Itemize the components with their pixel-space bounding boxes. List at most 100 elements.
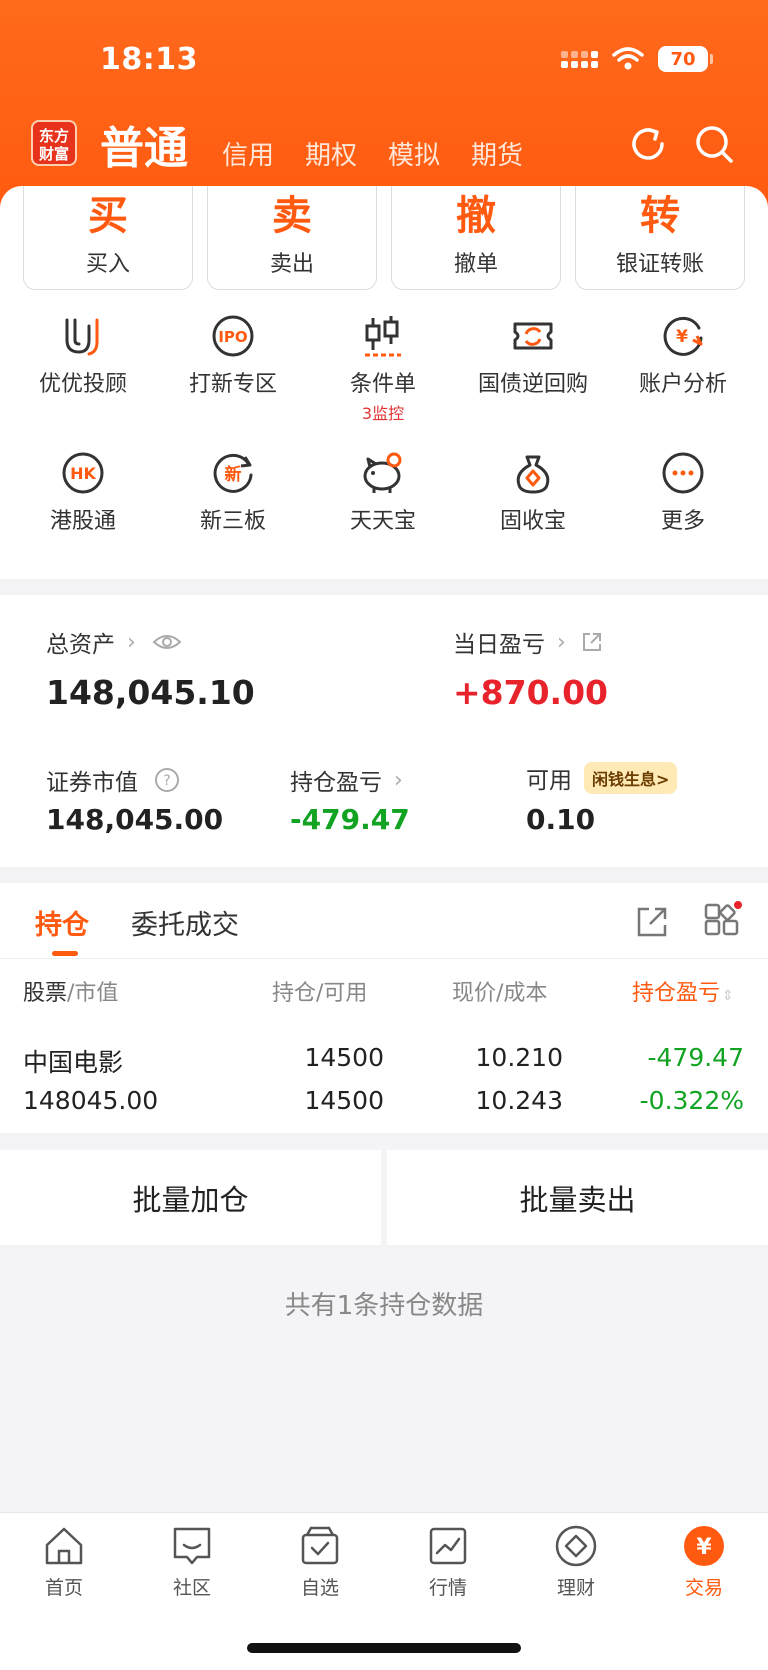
condition-order-icon (365, 316, 401, 357)
chevron-right-icon: › (394, 767, 403, 793)
stock-cost: 10.243 (475, 1086, 563, 1115)
account-analysis-icon: ¥ (663, 316, 703, 356)
tab-positions[interactable]: 持仓 (35, 903, 89, 942)
trade-menu-card: 买 买入 卖 卖出 撤 撤单 转 银证转账 优优投顾 IPO 打新专区 条件单 … (0, 186, 768, 579)
grid-label: 固收宝 (499, 509, 566, 534)
tab-label: 首页 (44, 1577, 83, 1599)
grid-label: 更多 (660, 509, 705, 534)
header-cost-text: /成本 (496, 981, 548, 1006)
available-label: 可用 (526, 768, 572, 794)
header-position-pl-text: 持仓盈亏 (632, 981, 721, 1006)
grid-item-gushoubao[interactable]: 固收宝 (458, 451, 608, 535)
idle-money-badge[interactable]: 闲钱生息> (584, 762, 678, 794)
cellular-signal-icon (561, 50, 598, 68)
header-position-pl[interactable]: 持仓盈亏 ⇕ (632, 975, 734, 1007)
market-value: 148,045.00 (46, 803, 224, 836)
tab-credit[interactable]: 信用 (222, 135, 274, 176)
logo-text-bottom: 财富 (38, 145, 69, 163)
cancel-char: 撤 (456, 193, 496, 239)
watchlist-bag-icon (301, 1526, 339, 1565)
market-value-label: 证券市值 (46, 770, 138, 796)
tab-indicator (52, 951, 78, 956)
total-assets-value: 148,045.10 (46, 673, 255, 712)
home-icon (45, 1527, 83, 1565)
tab-trade[interactable]: ¥ 交易 (640, 1523, 768, 1600)
diamond-icon (555, 1525, 597, 1567)
grid-label: 港股通 (49, 509, 116, 534)
transfer-char: 转 (640, 193, 680, 239)
tab-home[interactable]: 首页 (0, 1523, 128, 1600)
header-market-value-text: /市值 (67, 981, 119, 1006)
tab-community[interactable]: 社区 (128, 1523, 256, 1600)
total-assets-label: 总资产 (46, 632, 115, 658)
app-header: 18:13 70 东方 财富 普通 信用 期权 模拟 期货 (0, 0, 768, 215)
grid-label: 国债逆回购 (477, 372, 588, 397)
grid-item-ipo[interactable]: IPO 打新专区 (158, 314, 308, 398)
batch-sell-button[interactable]: 批量卖出 (387, 1150, 768, 1245)
position-pl-label-row[interactable]: 持仓盈亏 › (290, 763, 403, 797)
tab-label: 自选 (300, 1577, 339, 1599)
grid-label: 打新专区 (188, 372, 277, 397)
home-indicator[interactable] (247, 1643, 521, 1653)
grid-item-condition-order[interactable]: 条件单 3监控 (308, 314, 458, 424)
cancel-order-button[interactable]: 撤 撤单 (391, 186, 561, 290)
tab-futures[interactable]: 期货 (471, 135, 523, 176)
position-count-note: 共有1条持仓数据 (284, 1291, 484, 1321)
header-stock: 股票/市值 (23, 975, 118, 1007)
svg-text:¥: ¥ (676, 327, 688, 347)
help-icon[interactable]: ? (154, 767, 180, 793)
tab-options[interactable]: 期权 (305, 135, 357, 176)
tab-orders[interactable]: 委托成交 (131, 903, 239, 942)
header-holding: 持仓/可用 (272, 975, 367, 1007)
tab-label: 行情 (428, 1577, 467, 1599)
logo-text-top: 东方 (38, 127, 69, 145)
grid-item-uu-advisor[interactable]: 优优投顾 (8, 314, 158, 398)
refresh-icon[interactable] (626, 122, 670, 166)
grid-item-account-analysis[interactable]: ¥ 账户分析 (608, 314, 758, 398)
stock-pl-pct: -0.322% (639, 1086, 744, 1115)
yuan-icon: ¥ (684, 1526, 724, 1566)
chevron-right-icon: › (127, 629, 136, 655)
grid-item-hk-connect[interactable]: HK 港股通 (8, 451, 158, 535)
svg-text:?: ? (163, 773, 170, 789)
daily-pl-label-row[interactable]: 当日盈亏 › (453, 625, 604, 659)
more-icon (662, 452, 704, 494)
grid-label: 新三板 (199, 509, 266, 534)
stock-pl: -479.47 (647, 1043, 745, 1072)
tab-wealth[interactable]: 理财 (512, 1523, 640, 1600)
total-assets-label-row[interactable]: 总资产 › (46, 625, 182, 659)
layout-grid-icon[interactable] (703, 901, 743, 941)
wifi-icon (612, 47, 644, 70)
position-pl-label: 持仓盈亏 (290, 770, 382, 796)
grid-item-neeq[interactable]: 新 新三板 (158, 451, 308, 535)
sell-button[interactable]: 卖 卖出 (207, 186, 377, 290)
app-logo: 东方 财富 (31, 120, 77, 166)
buy-button[interactable]: 买 买入 (23, 186, 193, 290)
bank-transfer-button[interactable]: 转 银证转账 (575, 186, 745, 290)
tab-market[interactable]: 行情 (384, 1523, 512, 1600)
external-link-icon[interactable] (580, 630, 604, 654)
grid-label: 天天宝 (349, 509, 416, 534)
search-icon[interactable] (692, 122, 736, 166)
battery-icon: 70 (658, 46, 713, 72)
grid-label: 账户分析 (638, 372, 727, 397)
grid-item-tiantianbao[interactable]: 天天宝 (308, 451, 458, 535)
grid-item-repo[interactable]: 国债逆回购 (458, 314, 608, 398)
repo-icon (513, 322, 553, 350)
tab-normal[interactable]: 普通 (100, 112, 188, 176)
transfer-label: 银证转账 (615, 252, 704, 277)
grid-label: 条件单 (349, 372, 416, 397)
grid-item-more[interactable]: 更多 (608, 451, 758, 535)
header-holding-text: 持仓 (272, 981, 317, 1006)
tab-label: 交易 (684, 1577, 723, 1599)
status-time: 18:13 (100, 42, 198, 77)
tab-simulated[interactable]: 模拟 (388, 135, 440, 176)
eye-icon[interactable] (152, 632, 182, 652)
daily-pl-value: +870.00 (453, 673, 608, 712)
batch-add-button[interactable]: 批量加仓 (0, 1150, 381, 1245)
tab-label: 社区 (172, 1577, 211, 1599)
tab-watchlist[interactable]: 自选 (256, 1523, 384, 1600)
market-value-label-row: 证券市值 ? (46, 763, 180, 797)
share-icon[interactable] (635, 905, 669, 939)
daily-pl-label: 当日盈亏 (453, 632, 545, 658)
